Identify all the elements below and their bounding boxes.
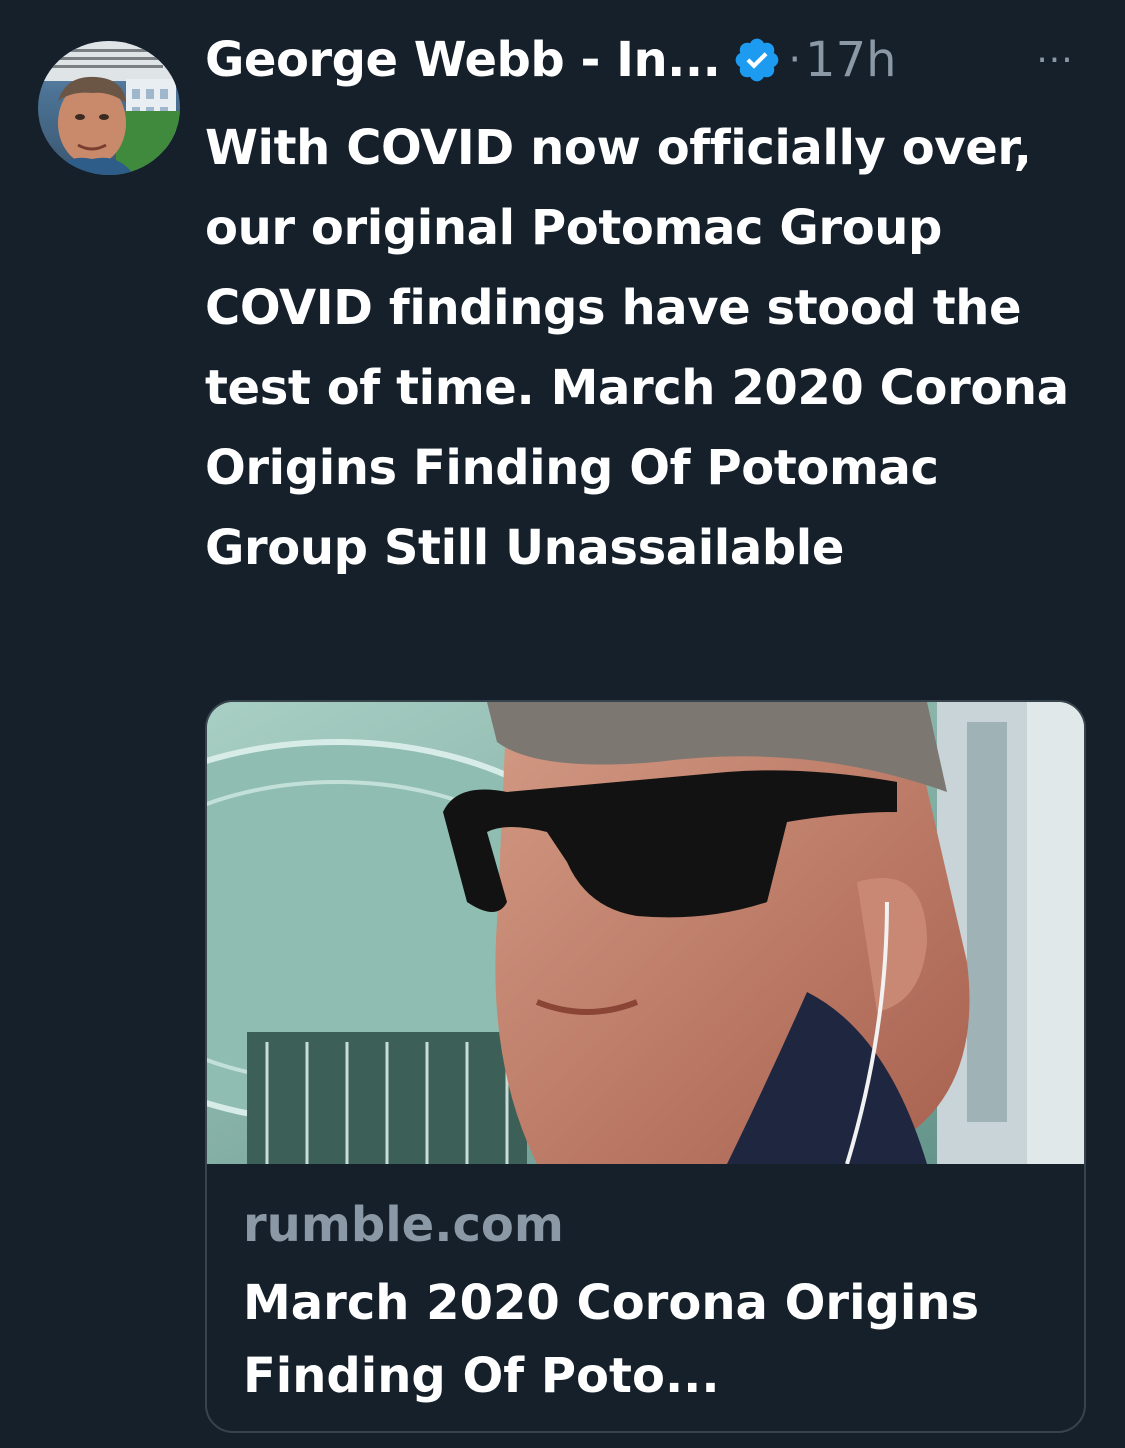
tweet-timestamp[interactable]: 17h — [805, 32, 897, 88]
card-domain: rumble.com — [243, 1197, 564, 1253]
tweet-header: George Webb - In... · 17h — [205, 20, 897, 100]
card-image — [207, 702, 1084, 1164]
verified-badge-icon — [732, 35, 782, 85]
header-separator: · — [788, 37, 802, 83]
tweet[interactable]: George Webb - In... · 17h ··· With COVID… — [0, 0, 1125, 1448]
card-title[interactable]: March 2020 Corona Origins Finding Of Pot… — [243, 1267, 1063, 1413]
author-avatar[interactable] — [38, 41, 180, 175]
author-name[interactable]: George Webb - In... — [205, 32, 721, 88]
link-card[interactable]: rumble.com March 2020 Corona Origins Fin… — [205, 700, 1086, 1433]
more-options-icon[interactable]: ··· — [1025, 40, 1085, 81]
tweet-text: With COVID now officially over, our orig… — [205, 120, 1069, 576]
